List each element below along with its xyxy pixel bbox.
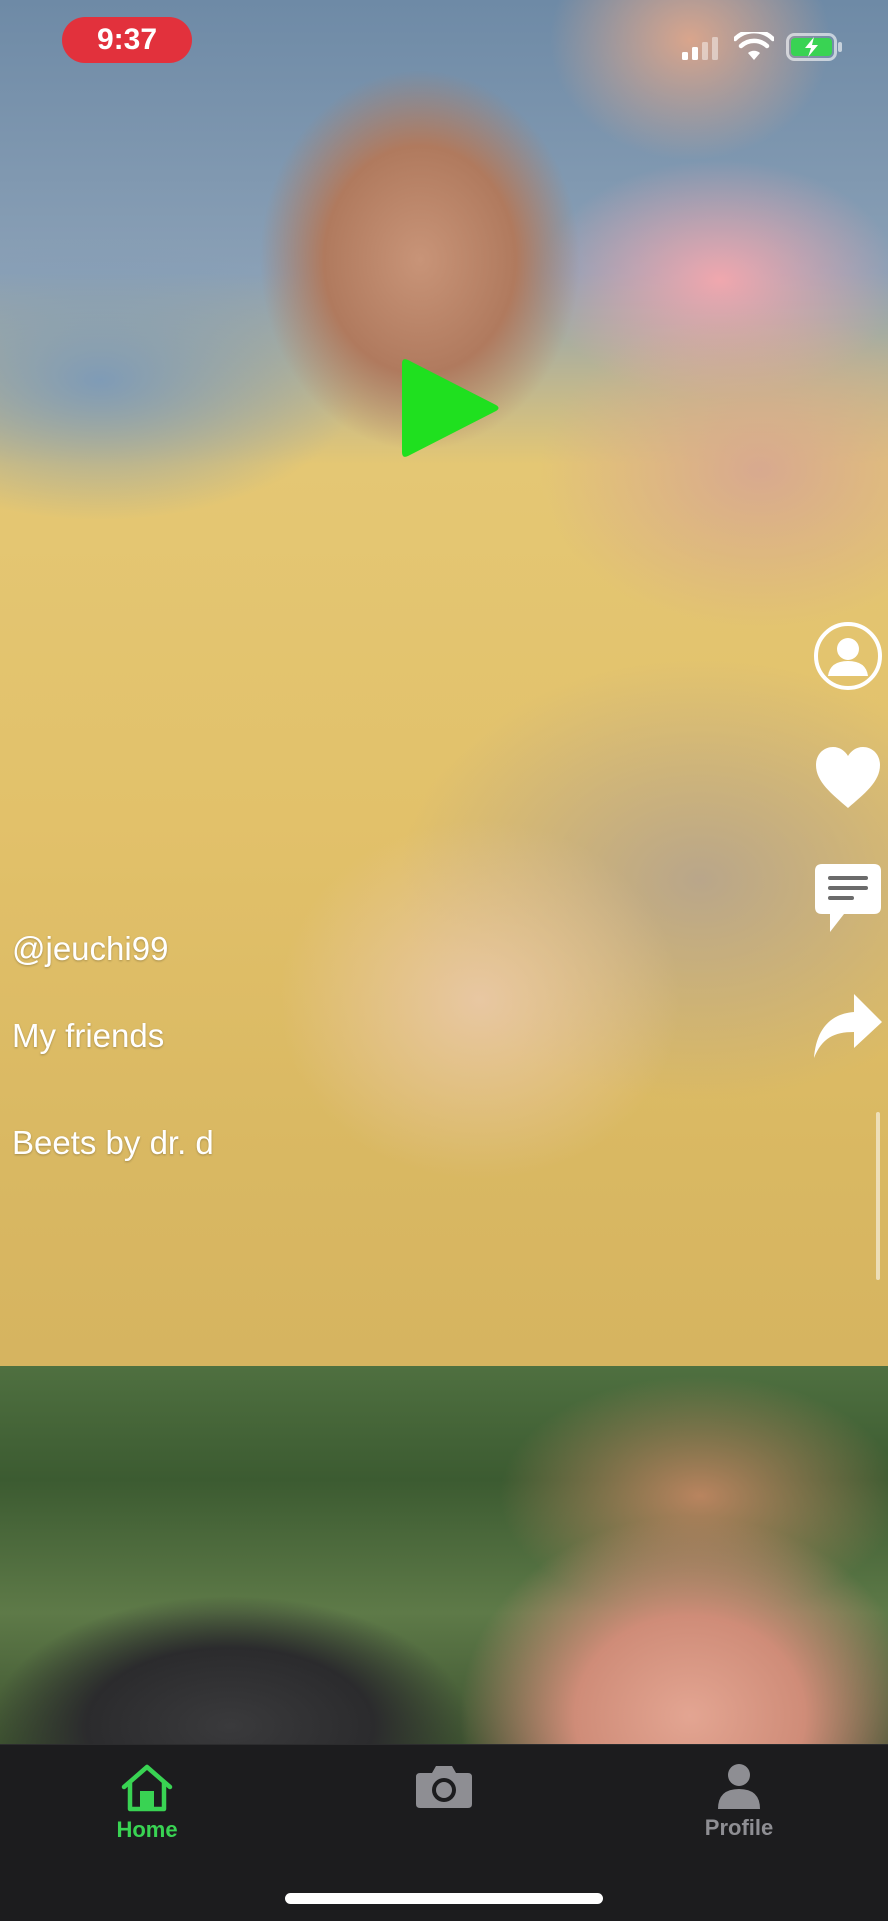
home-icon bbox=[121, 1764, 173, 1812]
share-arrow-icon bbox=[814, 994, 882, 1058]
heart-icon bbox=[816, 747, 880, 808]
post-username[interactable]: @jeuchi99 bbox=[12, 930, 168, 968]
share-button[interactable] bbox=[810, 990, 886, 1066]
feed-scroll-indicator bbox=[876, 1112, 880, 1280]
creator-profile-button[interactable] bbox=[810, 618, 886, 694]
home-indicator bbox=[285, 1893, 603, 1904]
camera-icon bbox=[416, 1766, 472, 1808]
status-bar: 9:37 bbox=[0, 0, 888, 80]
post-sound[interactable]: Beets by dr. d bbox=[12, 1124, 214, 1162]
play-icon[interactable] bbox=[402, 358, 502, 458]
tab-profile[interactable]: Profile bbox=[669, 1763, 809, 1863]
comment-button[interactable] bbox=[810, 862, 886, 938]
comment-icon bbox=[815, 864, 881, 932]
tab-home[interactable]: Home bbox=[77, 1763, 217, 1863]
status-time: 9:37 bbox=[62, 17, 192, 63]
wifi-icon bbox=[734, 32, 774, 60]
post-caption: My friends bbox=[12, 1017, 165, 1054]
tab-profile-label: Profile bbox=[704, 1815, 774, 1840]
signal-icon bbox=[682, 37, 718, 60]
tab-home-label: Home bbox=[116, 1817, 178, 1842]
tab-camera[interactable] bbox=[374, 1763, 514, 1863]
video-next[interactable] bbox=[0, 1366, 888, 1746]
battery-charging-icon bbox=[786, 33, 842, 61]
user-circle-icon bbox=[814, 622, 882, 690]
person-icon bbox=[718, 1764, 760, 1809]
like-button[interactable] bbox=[810, 740, 886, 816]
